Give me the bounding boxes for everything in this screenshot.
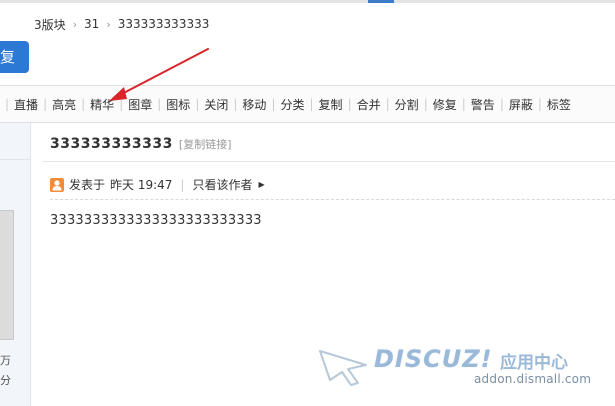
watermark-subtitle: 应用中心 [500, 353, 568, 373]
watermark: DISCUZ! 应用中心 addon.dismall.com [318, 345, 608, 400]
watermark-url: addon.dismall.com [474, 372, 592, 386]
cursor-logo-icon [319, 350, 367, 386]
discuz-logo: DISCUZ! [374, 345, 493, 373]
